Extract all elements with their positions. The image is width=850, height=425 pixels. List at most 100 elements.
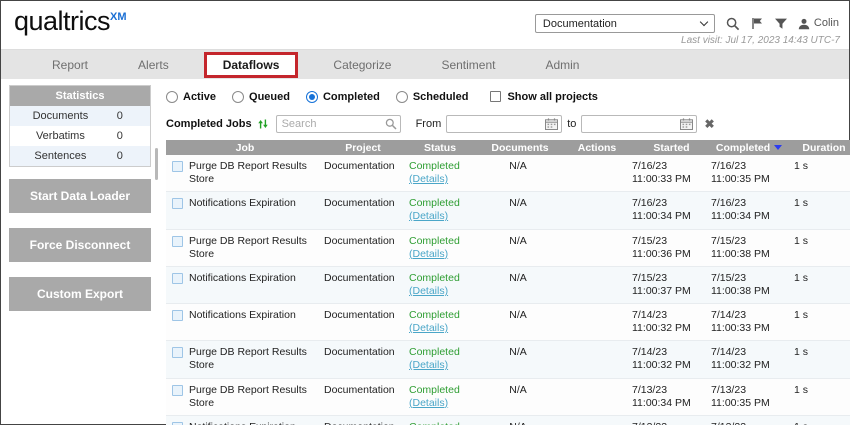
radio-label-queued[interactable]: Queued — [249, 91, 290, 103]
status-filter-row: Active Queued Completed Scheduled Show all p… — [166, 89, 850, 104]
details-link[interactable]: (Details) — [409, 210, 474, 223]
statistics-panel-title: Statistics — [10, 86, 150, 106]
details-link[interactable]: (Details) — [409, 397, 474, 410]
details-link[interactable]: (Details) — [409, 359, 474, 372]
project-cell: Documentation — [324, 192, 402, 215]
completed-cell: 7/14/23 11:00:33 PM — [711, 304, 787, 340]
details-link[interactable]: (Details) — [409, 173, 474, 186]
row-checkbox[interactable] — [172, 273, 183, 284]
clear-dates-icon[interactable]: ✖ — [704, 118, 714, 130]
column-header-completed[interactable]: Completed — [711, 142, 787, 154]
status-text: Completed — [409, 346, 474, 359]
tab-report[interactable]: Report — [27, 50, 113, 80]
status-cell: Completed(Details) — [402, 155, 478, 191]
row-checkbox[interactable] — [172, 347, 183, 358]
radio-scheduled[interactable] — [396, 91, 408, 103]
started-cell: 7/16/23 11:00:33 PM — [632, 155, 711, 191]
status-text: Completed — [409, 421, 474, 425]
tab-admin[interactable]: Admin — [520, 50, 604, 80]
job-name: Purge DB Report Results Store — [189, 346, 320, 372]
sort-desc-icon — [774, 145, 782, 150]
job-cell: Purge DB Report Results Store — [166, 155, 324, 191]
tab-categorize[interactable]: Categorize — [308, 50, 416, 80]
actions-cell — [562, 304, 632, 314]
duration-cell: 1 s — [787, 379, 850, 402]
project-dropdown[interactable]: Documentation — [535, 14, 715, 33]
main-nav-tabs: ReportAlerts Dataflows CategorizeSentiment… — [1, 49, 849, 79]
actions-cell — [562, 416, 632, 425]
column-header-actions[interactable]: Actions — [562, 142, 632, 154]
calendar-icon[interactable] — [545, 118, 558, 130]
project-cell: Documentation — [324, 230, 402, 253]
show-all-projects-checkbox[interactable] — [490, 91, 501, 102]
documents-cell: N/A — [478, 192, 562, 215]
actions-cell — [562, 192, 632, 202]
actions-cell — [562, 155, 632, 165]
refresh-icon[interactable] — [257, 118, 269, 130]
column-header-status[interactable]: Status — [402, 142, 478, 154]
documents-cell: N/A — [478, 341, 562, 364]
row-checkbox[interactable] — [172, 236, 183, 247]
details-link[interactable]: (Details) — [409, 322, 474, 335]
row-checkbox[interactable] — [172, 198, 183, 209]
column-header-project[interactable]: Project — [324, 142, 402, 154]
duration-cell: 1 s — [787, 416, 850, 425]
table-row: Notifications ExpirationDocumentationCom… — [166, 267, 850, 304]
column-header-job[interactable]: Job — [166, 142, 324, 154]
row-checkbox[interactable] — [172, 161, 183, 172]
tab-sentiment[interactable]: Sentiment — [416, 50, 520, 80]
job-cell: Purge DB Report Results Store — [166, 341, 324, 377]
details-link[interactable]: (Details) — [409, 248, 474, 261]
radio-completed[interactable] — [306, 91, 318, 103]
from-label: From — [416, 118, 442, 130]
row-checkbox[interactable] — [172, 385, 183, 396]
start-data-loader-button[interactable]: Start Data Loader — [9, 179, 151, 213]
documents-cell: N/A — [478, 267, 562, 290]
column-header-duration[interactable]: Duration — [787, 142, 850, 154]
radio-queued[interactable] — [232, 91, 244, 103]
radio-label-completed[interactable]: Completed — [323, 91, 380, 103]
show-all-projects-label[interactable]: Show all projects — [507, 91, 597, 103]
details-link[interactable]: (Details) — [409, 285, 474, 298]
started-cell: 7/15/23 11:00:36 PM — [632, 230, 711, 266]
started-cell: 7/13/23 11:00:34 PM — [632, 379, 711, 415]
project-cell: Documentation — [324, 341, 402, 364]
flag-icon[interactable] — [751, 17, 764, 30]
job-name: Notifications Expiration — [189, 421, 296, 425]
job-name: Purge DB Report Results Store — [189, 235, 320, 261]
search-input[interactable] — [276, 115, 401, 133]
actions-cell — [562, 267, 632, 277]
calendar-icon[interactable] — [680, 118, 693, 130]
job-name: Purge DB Report Results Store — [189, 160, 320, 186]
status-cell: Completed(Details) — [402, 341, 478, 377]
completed-cell: 7/16/23 11:00:35 PM — [711, 155, 787, 191]
user-icon[interactable]: Colin — [798, 18, 839, 30]
duration-cell: 1 s — [787, 155, 850, 178]
search-field-icon[interactable] — [385, 118, 397, 130]
completed-cell: 7/16/23 11:00:34 PM — [711, 192, 787, 228]
force-disconnect-button[interactable]: Force Disconnect — [9, 228, 151, 262]
radio-active[interactable] — [166, 91, 178, 103]
filter-icon[interactable] — [775, 18, 787, 30]
column-header-documents[interactable]: Documents — [478, 142, 562, 154]
custom-export-button[interactable]: Custom Export — [9, 277, 151, 311]
status-text: Completed — [409, 197, 474, 210]
radio-label-active[interactable]: Active — [183, 91, 216, 103]
tab-alerts[interactable]: Alerts — [113, 50, 194, 80]
search-icon[interactable] — [726, 17, 740, 31]
completed-cell: 7/13/23 11:00:35 PM — [711, 379, 787, 415]
actions-cell — [562, 230, 632, 240]
project-cell: Documentation — [324, 155, 402, 178]
row-checkbox[interactable] — [172, 310, 183, 321]
documents-cell: N/A — [478, 155, 562, 178]
column-header-started[interactable]: Started — [632, 142, 711, 154]
duration-cell: 1 s — [787, 267, 850, 290]
completed-cell: 7/15/23 11:00:38 PM — [711, 267, 787, 303]
tab-dataflows[interactable]: Dataflows — [204, 52, 299, 78]
statistic-value: 0 — [111, 150, 150, 162]
jobs-title: Completed Jobs — [166, 118, 252, 130]
radio-label-scheduled[interactable]: Scheduled — [413, 91, 469, 103]
job-cell: Notifications Expiration — [166, 267, 324, 290]
qualtrics-dataflows-page: qualtricsXM Documentation Colin Last vis… — [0, 0, 850, 425]
statistics-panel: Statistics Documents0Verbatims0Sentences… — [9, 85, 151, 167]
